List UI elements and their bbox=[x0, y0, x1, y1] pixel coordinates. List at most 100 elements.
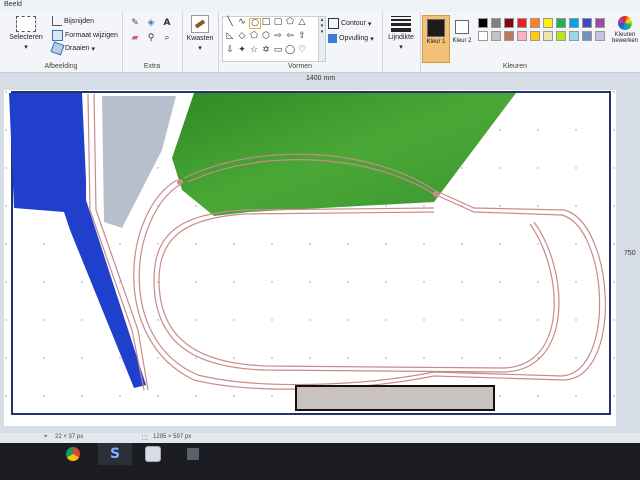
drawing-canvas[interactable] bbox=[4, 90, 616, 426]
down-arrow-shape-icon[interactable]: ⇩ bbox=[225, 46, 235, 55]
color1-label: Kleur 1 bbox=[426, 39, 446, 45]
window-title: Beeld bbox=[4, 1, 22, 8]
palette-swatch[interactable] bbox=[504, 18, 514, 28]
heart-shape-icon[interactable]: ♡ bbox=[297, 46, 307, 55]
line-shape-icon[interactable]: ╲ bbox=[225, 18, 235, 27]
crop-button[interactable]: Bijsnijden bbox=[52, 16, 94, 26]
palette-swatch[interactable] bbox=[504, 31, 514, 41]
chevron-down-icon: ▾ bbox=[24, 44, 28, 51]
outline-button[interactable]: Contour ▾ bbox=[328, 18, 371, 29]
skype-taskbar-button[interactable]: S bbox=[98, 443, 132, 465]
palette-swatch[interactable] bbox=[556, 18, 566, 28]
callout-rect-shape-icon[interactable]: ▭ bbox=[273, 46, 283, 55]
color2-button[interactable]: Kleur 2 bbox=[450, 15, 474, 61]
chrome-taskbar-button[interactable] bbox=[56, 443, 90, 465]
shapes-gallery: ╲ ∿ ○ □ ▢ ⬠ △ ◺ ◇ ⬠ ⬡ ⇨ ⇦ ⇧ ⇩ ✦ ☆ ✡ ▭ ◯ … bbox=[222, 16, 320, 62]
eraser-icon[interactable]: ▰ bbox=[130, 34, 140, 43]
palette-swatch[interactable] bbox=[582, 18, 592, 28]
cursor-position: 22 × 37 px bbox=[55, 434, 84, 440]
hexagon-shape-icon[interactable]: ⬡ bbox=[261, 32, 271, 41]
palette-swatch[interactable] bbox=[530, 31, 540, 41]
group-label-vormen: Vormen bbox=[287, 63, 313, 70]
up-arrow-shape-icon[interactable]: ⇧ bbox=[297, 32, 307, 41]
rotate-icon bbox=[50, 41, 65, 56]
color2-label: Kleur 2 bbox=[452, 38, 472, 44]
group-vormen: ╲ ∿ ○ □ ▢ ⬠ △ ◺ ◇ ⬠ ⬡ ⇨ ⇦ ⇧ ⇩ ✦ ☆ ✡ ▭ ◯ … bbox=[218, 12, 383, 72]
star4-shape-icon[interactable]: ✦ bbox=[237, 46, 247, 55]
group-extra: ✎ ◈ A ▰ ⚲ ⌕ Extra bbox=[122, 12, 183, 72]
palette-swatch[interactable] bbox=[582, 31, 592, 41]
brushes-button[interactable]: Kwasten ▾ bbox=[184, 15, 216, 52]
palette-swatch[interactable] bbox=[569, 18, 579, 28]
ribbon: Selecteren ▾ Bijsnijden Formaat wijzigen… bbox=[0, 12, 640, 73]
palette-swatch[interactable] bbox=[569, 31, 579, 41]
selection-icon: ⬚ bbox=[142, 435, 148, 441]
crop-label: Bijsnijden bbox=[64, 17, 94, 25]
palette-swatch[interactable] bbox=[517, 31, 527, 41]
right-triangle-shape-icon[interactable]: ◺ bbox=[225, 32, 235, 41]
group-line-width: Lijndikte ▾ bbox=[382, 12, 421, 72]
palette-swatch[interactable] bbox=[543, 18, 553, 28]
group-afbeelding: Selecteren ▾ Bijsnijden Formaat wijzigen… bbox=[0, 12, 123, 72]
palette-swatch[interactable] bbox=[517, 18, 527, 28]
width-ruler-label: 1400 mm bbox=[306, 75, 336, 82]
app-taskbar-button[interactable] bbox=[176, 443, 210, 465]
station-platform bbox=[295, 385, 495, 411]
text-icon[interactable]: A bbox=[162, 19, 172, 28]
group-label-extra: Extra bbox=[143, 63, 161, 70]
palette-swatch[interactable] bbox=[595, 31, 605, 41]
shapes-scroll[interactable]: ▴ ▾ ▾ bbox=[318, 16, 326, 62]
rotate-button[interactable]: Draaien ▾ bbox=[50, 41, 95, 56]
edit-colors-button[interactable]: Kleuren bewerken bbox=[612, 16, 638, 44]
polygon-shape-icon[interactable]: ⬠ bbox=[285, 18, 295, 27]
rectangle-shape-icon[interactable]: □ bbox=[261, 18, 271, 27]
palette-swatch[interactable] bbox=[595, 18, 605, 28]
app-icon bbox=[187, 448, 199, 460]
color-picker-icon[interactable]: ⚲ bbox=[146, 34, 156, 43]
palette-swatch[interactable] bbox=[491, 31, 501, 41]
resize-button[interactable]: Formaat wijzigen bbox=[52, 30, 118, 41]
group-label-colors: Kleuren bbox=[502, 63, 528, 70]
right-arrow-shape-icon[interactable]: ⇨ bbox=[273, 32, 283, 41]
star6-shape-icon[interactable]: ✡ bbox=[261, 46, 271, 55]
line-width-icon bbox=[391, 16, 411, 32]
palette-swatch[interactable] bbox=[530, 18, 540, 28]
rounded-rectangle-shape-icon[interactable]: ▢ bbox=[273, 18, 283, 27]
palette-swatch[interactable] bbox=[491, 18, 501, 28]
palette-swatch[interactable] bbox=[478, 31, 488, 41]
chevron-down-icon: ▾ bbox=[370, 35, 374, 43]
pencil-icon[interactable]: ✎ bbox=[130, 19, 140, 28]
magnifier-icon[interactable]: ⌕ bbox=[162, 34, 172, 43]
outline-label: Contour bbox=[341, 20, 366, 27]
callout-oval-shape-icon[interactable]: ◯ bbox=[285, 46, 295, 55]
track-plan-drawing[interactable] bbox=[4, 90, 616, 426]
line-width-button[interactable]: Lijndikte ▾ bbox=[384, 16, 418, 51]
select-icon bbox=[16, 16, 36, 32]
fill-bucket-icon bbox=[328, 34, 337, 43]
left-arrow-shape-icon[interactable]: ⇦ bbox=[285, 32, 295, 41]
select-button[interactable]: Selecteren ▾ bbox=[8, 16, 44, 51]
fill-button[interactable]: Opvulling ▾ bbox=[328, 34, 374, 43]
triangle-shape-icon[interactable]: △ bbox=[297, 18, 307, 27]
cursor-icon: ⌖ bbox=[44, 434, 48, 440]
chevron-down-icon: ▾ bbox=[198, 45, 202, 52]
chevron-down-icon: ▾ bbox=[367, 20, 372, 28]
brush-icon bbox=[191, 15, 209, 33]
fill-icon[interactable]: ◈ bbox=[146, 19, 156, 28]
paint-taskbar-button[interactable] bbox=[136, 443, 170, 465]
chrome-icon bbox=[66, 447, 80, 461]
height-ruler-label: 750 bbox=[624, 250, 636, 257]
star5-shape-icon[interactable]: ☆ bbox=[249, 46, 259, 55]
palette-swatch[interactable] bbox=[478, 18, 488, 28]
color1-button[interactable]: Kleur 1 bbox=[422, 15, 450, 63]
oval-shape-icon[interactable]: ○ bbox=[249, 18, 261, 29]
line-width-label: Lijndikte bbox=[388, 34, 414, 41]
color2-swatch bbox=[455, 20, 469, 34]
rotate-label: Draaien bbox=[65, 45, 90, 52]
diamond-shape-icon[interactable]: ◇ bbox=[237, 32, 247, 41]
rainbow-palette-icon bbox=[618, 16, 632, 30]
curve-shape-icon[interactable]: ∿ bbox=[237, 18, 247, 27]
pentagon-shape-icon[interactable]: ⬠ bbox=[249, 32, 259, 41]
palette-swatch[interactable] bbox=[556, 31, 566, 41]
palette-swatch[interactable] bbox=[543, 31, 553, 41]
